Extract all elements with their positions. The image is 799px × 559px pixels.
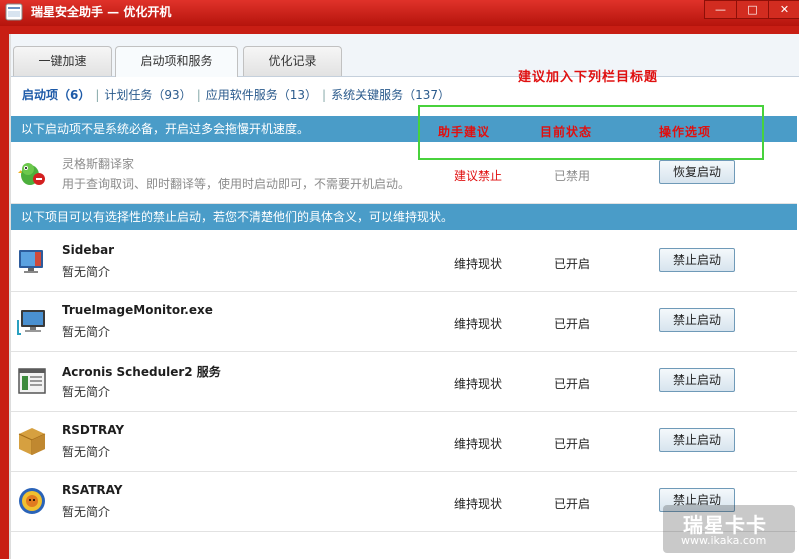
category-nav: 启动项（6） | 计划任务（93） | 应用软件服务（13） | 系统关键服务（137）: [22, 86, 450, 103]
item-description: 暂无简介: [62, 325, 111, 339]
category-app-services[interactable]: 应用软件服务（13）: [206, 86, 317, 103]
item-description: 暂无简介: [62, 265, 111, 279]
minimize-button[interactable]: —: [704, 0, 737, 19]
item-name: 灵格斯翻译家: [62, 157, 135, 171]
item-description: 暂无简介: [62, 385, 111, 399]
startup-item-row: RSDTRAY 暂无简介 维持现状 已开启 禁止启动: [11, 412, 797, 472]
restore-startup-button[interactable]: 恢复启动: [659, 160, 735, 184]
app-icon: [5, 3, 23, 21]
category-system-services[interactable]: 系统关键服务（137）: [331, 86, 450, 103]
maximize-button[interactable]: □: [736, 0, 769, 19]
rising-lion-icon: [19, 488, 45, 514]
tab-bar: 一键加速 启动项和服务 优化记录: [9, 34, 799, 77]
startup-item-row: TrueImageMonitor.exe 暂无简介 维持现状 已开启 禁止启动: [11, 292, 797, 352]
category-startup-items[interactable]: 启动项（6）: [22, 86, 90, 103]
item-advice: 维持现状: [454, 317, 503, 331]
item-status: 已禁用: [554, 169, 591, 183]
item-advice: 维持现状: [454, 497, 503, 511]
window-controls: — □ ✕: [704, 0, 799, 19]
disable-startup-button[interactable]: 禁止启动: [659, 368, 735, 392]
item-name: RSATRAY: [62, 483, 123, 497]
annotation-suggestion: 建议加入下列栏目标题: [518, 70, 659, 85]
item-advice: 建议禁止: [454, 169, 503, 183]
watermark-url: www.ikaka.com: [681, 534, 767, 547]
panel-border: [9, 34, 11, 559]
window-title: 瑞星安全助手 — 优化开机: [31, 5, 172, 19]
box-icon: [18, 428, 46, 455]
computer-monitor-icon: [17, 310, 45, 335]
item-description: 暂无简介: [62, 505, 111, 519]
item-description: 暂无简介: [62, 445, 111, 459]
disable-startup-button[interactable]: 禁止启动: [659, 308, 735, 332]
title-bar: 瑞星安全助手 — 优化开机 — □ ✕: [0, 0, 799, 26]
item-name: Acronis Scheduler2 服务: [62, 365, 221, 379]
disable-startup-button[interactable]: 禁止启动: [659, 248, 735, 272]
tab-one-click-speedup[interactable]: 一键加速: [13, 46, 112, 76]
item-status: 已开启: [554, 317, 591, 331]
disable-startup-button[interactable]: 禁止启动: [659, 428, 735, 452]
category-scheduled-tasks[interactable]: 计划任务（93）: [104, 86, 191, 103]
item-status: 已开启: [554, 497, 591, 511]
startup-item-row: 灵格斯翻译家 用于查询取词、即时翻译等，使用时启动即可，不需要开机启动。 建议禁…: [11, 144, 797, 204]
item-description: 用于查询取词、即时翻译等，使用时启动即可，不需要开机启动。: [62, 177, 411, 191]
close-button[interactable]: ✕: [768, 0, 799, 19]
item-advice: 维持现状: [454, 377, 503, 391]
item-name: TrueImageMonitor.exe: [62, 303, 213, 317]
item-advice: 维持现状: [454, 257, 503, 271]
main-panel: 一键加速 启动项和服务 优化记录 启动项（6） | 计划任务（93） | 应用软件服务（…: [9, 34, 799, 559]
sidebar-monitor-icon: [19, 250, 43, 273]
window-app-icon: [18, 368, 46, 394]
item-name: RSDTRAY: [62, 423, 125, 437]
item-status: 已开启: [554, 377, 591, 391]
item-advice: 维持现状: [454, 437, 503, 451]
startup-item-row: Acronis Scheduler2 服务 暂无简介 维持现状 已开启 禁止启动: [11, 352, 797, 412]
lingoes-parrot-icon: [18, 163, 45, 185]
item-status: 已开启: [554, 437, 591, 451]
section-header-optional: 以下项目可以有选择性的禁止启动，若您不清楚他们的具体含义，可以维持现状。: [11, 204, 797, 230]
tab-startup-and-services[interactable]: 启动项和服务: [115, 46, 238, 77]
watermark-logo: 瑞星卡卡 www.ikaka.com: [663, 505, 795, 553]
item-name: Sidebar: [62, 243, 115, 257]
startup-item-row: Sidebar 暂无简介 维持现状 已开启 禁止启动: [11, 232, 797, 292]
tab-optimize-log[interactable]: 优化记录: [243, 46, 342, 76]
item-status: 已开启: [554, 257, 591, 271]
